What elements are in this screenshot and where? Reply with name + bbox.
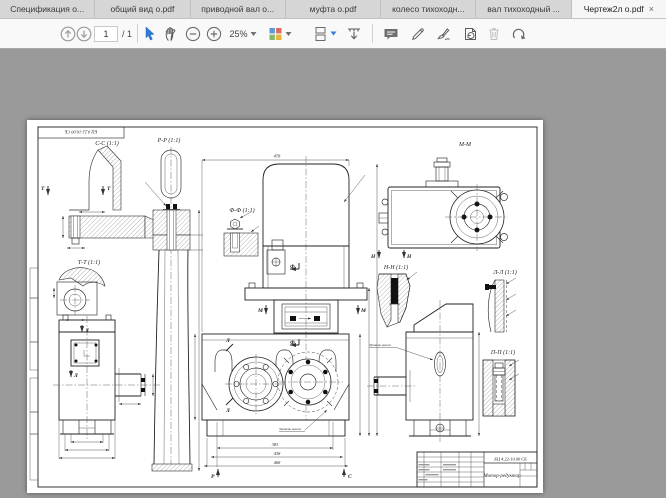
- view-ff-label: Ф-Ф (1:1): [229, 207, 254, 214]
- view-section-pp: Р-Р (1:1): [145, 137, 203, 471]
- toolbar-divider: [372, 24, 373, 43]
- view-hh-label: Н-Н (1:1): [383, 264, 408, 271]
- section-mark-p: Р: [211, 469, 218, 480]
- input-bearing-flange: [278, 352, 343, 412]
- tab-label: колесо тихоходн...: [392, 4, 464, 14]
- svg-text:Уровень масла: Уровень масла: [279, 427, 301, 431]
- document-canvas[interactable]: БЦ 4.22-10.00 СБ С-С (1:1) Т Т: [0, 49, 666, 498]
- next-page-button[interactable]: [76, 25, 93, 42]
- svg-text:Л: Л: [225, 338, 230, 344]
- tab-label: Чертеж2л o.pdf: [584, 4, 644, 14]
- view-section-pp2: П-П (1:1): [483, 349, 519, 416]
- hand-tool-icon[interactable]: [163, 26, 179, 42]
- trash-icon: [487, 26, 502, 42]
- section-mark-m: М М: [257, 305, 367, 314]
- svg-text:Т: Т: [41, 186, 45, 192]
- organize-pages-icon[interactable]: [463, 26, 480, 42]
- view-pp2-label: П-П (1:1): [490, 349, 515, 356]
- chevron-down-icon: [331, 32, 337, 36]
- tab-specification[interactable]: Спецификация о...: [0, 0, 95, 18]
- dim-468: 468: [274, 460, 281, 465]
- tab-label: приводной вал o...: [201, 4, 274, 14]
- chevron-down-icon: [251, 32, 257, 36]
- tab-coupling[interactable]: муфта o.pdf: [286, 0, 381, 18]
- zoom-level-value: 25%: [229, 29, 247, 39]
- side-view-left: Л Л: [53, 315, 161, 459]
- tools-grid-button[interactable]: [269, 27, 292, 41]
- previous-page-button[interactable]: [60, 25, 77, 42]
- signature-pen-icon[interactable]: [436, 26, 453, 42]
- section-mark-h: Н Н: [370, 250, 412, 260]
- tab-general-view[interactable]: общий вид o.pdf: [95, 0, 190, 18]
- tab-close-icon[interactable]: ×: [649, 5, 654, 14]
- fill-sign-pencil-icon[interactable]: [410, 26, 426, 42]
- tab-lowspeed-shaft[interactable]: вал тихоходный ...: [476, 0, 571, 18]
- page-display-button[interactable]: [314, 26, 337, 41]
- corner-designation: БЦ 4.22-10.00 СБ: [64, 129, 98, 134]
- view-section-hh: Н-Н (1:1): [377, 264, 417, 327]
- pdf-page: БЦ 4.22-10.00 СБ С-С (1:1) Т Т: [27, 120, 543, 493]
- section-mark-l-side: Л Л: [71, 325, 89, 379]
- view-mm-label: М-М: [458, 142, 472, 148]
- dim-383: 383: [272, 442, 279, 447]
- tab-lowspeed-wheel[interactable]: колесо тихоходн...: [381, 0, 476, 18]
- svg-text:Уровень масла: Уровень масла: [369, 343, 391, 347]
- view-section-cc: С-С (1:1) Т Т: [41, 140, 167, 248]
- svg-text:Н: Н: [370, 254, 376, 260]
- dim-478: 478: [274, 154, 281, 159]
- view-ll-label: Л-Л (1:1): [492, 269, 517, 276]
- svg-text:Р: Р: [211, 474, 215, 480]
- tab-label: вал тихоходный ...: [487, 4, 560, 14]
- view-section-tt: Т-Т (1:1): [54, 259, 105, 320]
- corner-designation-box: БЦ 4.22-10.00 СБ: [38, 127, 124, 138]
- toolbar-divider: [137, 24, 138, 43]
- section-mark-t: Т Т: [41, 186, 111, 195]
- section-mark-s: С: [344, 469, 352, 480]
- svg-text:Т: Т: [107, 186, 111, 192]
- title-block-code: БЦ 4.22-10.00 СБ: [493, 457, 527, 462]
- oil-level-note-2: Уровень масла: [369, 343, 433, 360]
- svg-text:С: С: [348, 474, 352, 480]
- pdf-toolbar: 1 / 1 25%: [0, 19, 666, 49]
- svg-text:Л: Л: [225, 408, 230, 414]
- undo-icon[interactable]: [511, 26, 528, 42]
- tab-drawing-2l-active[interactable]: Чертеж2л o.pdf ×: [572, 0, 666, 18]
- title-block: БЦ 4.22-10.00 СБ Мотор-редуктор: [417, 452, 537, 487]
- svg-text:М: М: [257, 308, 264, 314]
- svg-text:Л: Л: [73, 373, 78, 379]
- zoom-in-button[interactable]: [206, 25, 223, 42]
- oil-level-note: Уровень масла: [279, 410, 327, 432]
- view-pp-label: Р-Р (1:1): [157, 137, 181, 144]
- view-mark-f: Ф Ф: [290, 263, 299, 346]
- tab-label: муфта o.pdf: [310, 4, 357, 14]
- chevron-down-icon: [286, 32, 292, 36]
- tab-label: Спецификация о...: [10, 4, 84, 14]
- comment-icon[interactable]: [383, 26, 400, 42]
- tab-label: общий вид o.pdf: [110, 4, 174, 14]
- svg-text:Н: Н: [406, 254, 412, 260]
- zoom-out-button[interactable]: [185, 25, 202, 42]
- zoom-level-select[interactable]: 25%: [229, 29, 256, 39]
- output-bearing-flange: [225, 354, 287, 416]
- svg-text:Л: Л: [84, 328, 89, 334]
- view-section-mm: М-М: [370, 142, 508, 260]
- page-count-label: / 1: [122, 29, 132, 39]
- share-download-icon[interactable]: [346, 25, 363, 42]
- view-tt-label: Т-Т (1:1): [78, 259, 100, 266]
- tab-drive-shaft[interactable]: приводной вал o...: [191, 0, 286, 18]
- acrobat-window: { "tabs": { "items": [ {"label": "Специф…: [0, 0, 666, 498]
- svg-text:М: М: [360, 308, 367, 314]
- select-tool-icon[interactable]: [143, 26, 158, 42]
- inspection-hatch-cover: [71, 340, 99, 366]
- side-view-right: Уровень масла: [367, 300, 479, 442]
- sheet-frame: [30, 127, 537, 487]
- dim-438: 438: [274, 451, 281, 456]
- page-number-input[interactable]: 1: [94, 26, 118, 42]
- engineering-drawing: БЦ 4.22-10.00 СБ С-С (1:1) Т Т: [27, 120, 543, 493]
- view-section-ll: Л-Л (1:1): [485, 269, 517, 332]
- front-view-motor-reducer: 478 Ф Ф: [195, 154, 377, 481]
- view-section-ff: Ф-Ф (1:1): [224, 207, 259, 256]
- title-block-title: Мотор-редуктор: [482, 474, 521, 479]
- document-tab-bar: Спецификация о... общий вид o.pdf привод…: [0, 0, 666, 19]
